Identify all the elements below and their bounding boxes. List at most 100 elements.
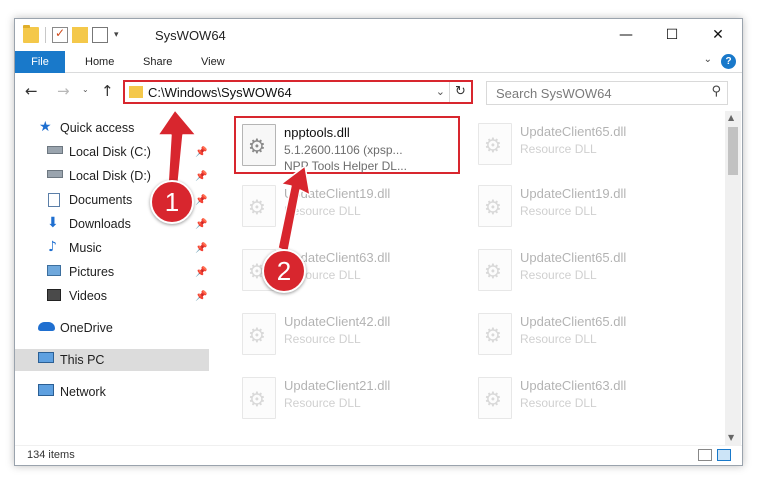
sidebar-item-label: This PC <box>60 353 105 367</box>
callout-badge-2: 2 <box>262 249 306 293</box>
sidebar-item-label: Local Disk (D:) <box>69 169 151 183</box>
file-tile[interactable]: UpdateClient21.dll Resource DLL <box>236 371 456 427</box>
pc-icon <box>38 352 54 363</box>
sidebar-item-label: Downloads <box>69 217 131 231</box>
onedrive-icon <box>38 322 55 331</box>
file-type: Resource DLL <box>520 142 597 156</box>
search-input[interactable]: Search SysWOW64 ⚲ <box>486 81 728 105</box>
file-type: Resource DLL <box>284 332 361 346</box>
up-button[interactable]: ↑ <box>101 82 114 100</box>
minimize-button[interactable]: — <box>603 19 649 51</box>
file-type: Resource DLL <box>520 396 597 410</box>
file-tile[interactable]: UpdateClient63.dll Resource DLL <box>472 371 692 427</box>
pin-icon[interactable]: 📌 <box>195 171 207 182</box>
sidebar-item-network[interactable]: Network <box>15 381 209 403</box>
search-icon[interactable]: ⚲ <box>711 84 721 99</box>
large-icons-view-icon[interactable] <box>717 449 731 461</box>
file-type: Resource DLL <box>284 396 361 410</box>
file-name: UpdateClient21.dll <box>284 378 391 393</box>
sidebar-item-label: OneDrive <box>60 321 113 335</box>
sidebar-item-label: Local Disk (C:) <box>69 145 151 159</box>
scrollbar-thumb[interactable] <box>728 127 738 175</box>
sidebar-item-onedrive[interactable]: OneDrive <box>15 317 209 339</box>
navigation-bar: ← → ⌄ ↑ C:\Windows\SysWOW64 ⌄ ↻ Search S… <box>15 74 742 110</box>
folder-icon <box>129 86 143 98</box>
quick-access-toolbar: ▾ <box>23 25 119 44</box>
file-version: 5.1.2600.1106 (xpsp... <box>284 143 403 157</box>
sidebar-item-label: Quick access <box>60 121 135 135</box>
expand-ribbon-icon[interactable]: ⌄ <box>704 54 712 65</box>
tab-share[interactable]: Share <box>129 51 186 73</box>
forward-button[interactable]: → <box>57 82 70 100</box>
sidebar-item-label: Videos <box>69 289 107 303</box>
sidebar-item-label: Network <box>60 385 106 399</box>
sidebar-item-music[interactable]: ♪ Music 📌 <box>15 237 209 259</box>
ribbon-tabs: File Home Share View ⌄ ? <box>15 51 742 73</box>
file-description: NPP Tools Helper DL... <box>284 159 407 173</box>
title-bar: ▾ SysWOW64 — ☐ ✕ <box>15 19 742 51</box>
pin-icon[interactable]: 📌 <box>195 147 207 158</box>
sidebar-item-pictures[interactable]: Pictures 📌 <box>15 261 209 283</box>
pin-icon[interactable]: 📌 <box>195 267 207 278</box>
tab-file[interactable]: File <box>15 51 65 73</box>
file-type: Resource DLL <box>520 204 597 218</box>
documents-icon <box>48 193 60 207</box>
dll-file-icon <box>242 185 276 227</box>
sidebar-item-local-disk-c[interactable]: Local Disk (C:) 📌 <box>15 141 209 163</box>
pin-icon[interactable]: 📌 <box>195 219 207 230</box>
maximize-button[interactable]: ☐ <box>649 19 695 51</box>
sidebar-item-videos[interactable]: Videos 📌 <box>15 285 209 307</box>
file-tile[interactable]: UpdateClient19.dll Resource DLL <box>472 179 692 235</box>
file-tile[interactable]: UpdateClient65.dll Resource DLL <box>472 307 692 363</box>
new-folder-icon[interactable] <box>72 27 88 43</box>
pin-icon[interactable]: 📌 <box>195 195 207 206</box>
back-button[interactable]: ← <box>25 82 38 100</box>
file-type: Resource DLL <box>520 332 597 346</box>
file-tile[interactable]: UpdateClient65.dll Resource DLL <box>472 117 692 173</box>
dll-file-icon <box>242 313 276 355</box>
dll-file-icon <box>242 124 276 166</box>
dll-file-icon <box>478 123 512 165</box>
scroll-up-icon[interactable]: ▲ <box>728 113 734 122</box>
close-button[interactable]: ✕ <box>695 19 741 51</box>
sidebar-item-quick-access[interactable]: ★ Quick access <box>15 117 209 139</box>
address-path[interactable]: C:\Windows\SysWOW64 <box>148 85 292 100</box>
pin-icon[interactable]: 📌 <box>195 291 207 302</box>
vertical-scrollbar[interactable]: ▲ ▼ <box>725 111 741 445</box>
file-name: UpdateClient65.dll <box>520 250 627 265</box>
help-icon[interactable]: ? <box>721 54 736 69</box>
tab-home[interactable]: Home <box>71 51 128 73</box>
qat-dropdown-icon[interactable]: ▾ <box>114 30 119 40</box>
dll-file-icon <box>478 249 512 291</box>
recent-locations-icon[interactable]: ⌄ <box>82 85 89 94</box>
file-type: Resource DLL <box>520 268 597 282</box>
sidebar-item-label: Music <box>69 241 102 255</box>
search-placeholder: Search SysWOW64 <box>496 86 612 101</box>
window-title: SysWOW64 <box>155 28 226 43</box>
customize-view-icon[interactable] <box>92 27 108 43</box>
toolbar-divider <box>45 27 46 43</box>
sidebar-item-label: Pictures <box>69 265 115 279</box>
address-bar[interactable]: C:\Windows\SysWOW64 ⌄ ↻ <box>123 80 473 104</box>
pin-icon[interactable]: 📌 <box>195 243 207 254</box>
file-tile[interactable]: UpdateClient65.dll Resource DLL <box>472 243 692 299</box>
navigation-pane: ★ Quick access Local Disk (C:) 📌 Local D… <box>15 111 211 445</box>
tab-view[interactable]: View <box>187 51 239 73</box>
star-icon: ★ <box>39 119 52 135</box>
file-name: UpdateClient19.dll <box>284 186 391 201</box>
scroll-down-icon[interactable]: ▼ <box>728 433 734 442</box>
sidebar-item-this-pc[interactable]: This PC <box>15 349 209 371</box>
file-tile[interactable]: UpdateClient42.dll Resource DLL <box>236 307 456 363</box>
file-tile-npptools[interactable]: npptools.dll 5.1.2600.1106 (xpsp... NPP … <box>234 116 460 174</box>
dll-file-icon <box>478 185 512 227</box>
refresh-button[interactable]: ↻ <box>449 82 471 102</box>
file-name: UpdateClient65.dll <box>520 314 627 329</box>
details-view-icon[interactable] <box>698 449 712 461</box>
properties-icon[interactable] <box>52 26 68 43</box>
file-tile[interactable]: UpdateClient19.dll Resource DLL <box>236 179 456 235</box>
network-icon <box>38 384 54 396</box>
drive-icon <box>47 170 63 178</box>
music-icon: ♪ <box>48 239 57 255</box>
address-dropdown-icon[interactable]: ⌄ <box>436 85 445 98</box>
callout-badge-1: 1 <box>150 180 194 224</box>
